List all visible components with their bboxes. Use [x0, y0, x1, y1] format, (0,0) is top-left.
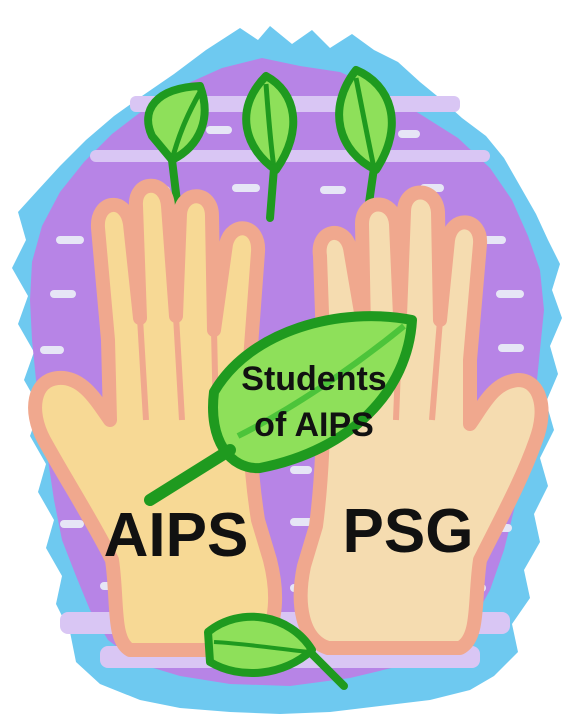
illustration: Students of AIPS AIPS PSG [0, 0, 571, 722]
right-hand-label: PSG [343, 497, 474, 566]
hands-with-leaves-illustration: Students of AIPS AIPS PSG [12, 26, 562, 714]
leaf-label-line1: Students [241, 360, 386, 398]
left-hand-label: AIPS [104, 501, 249, 570]
leaf-label-line2: of AIPS [254, 406, 374, 444]
